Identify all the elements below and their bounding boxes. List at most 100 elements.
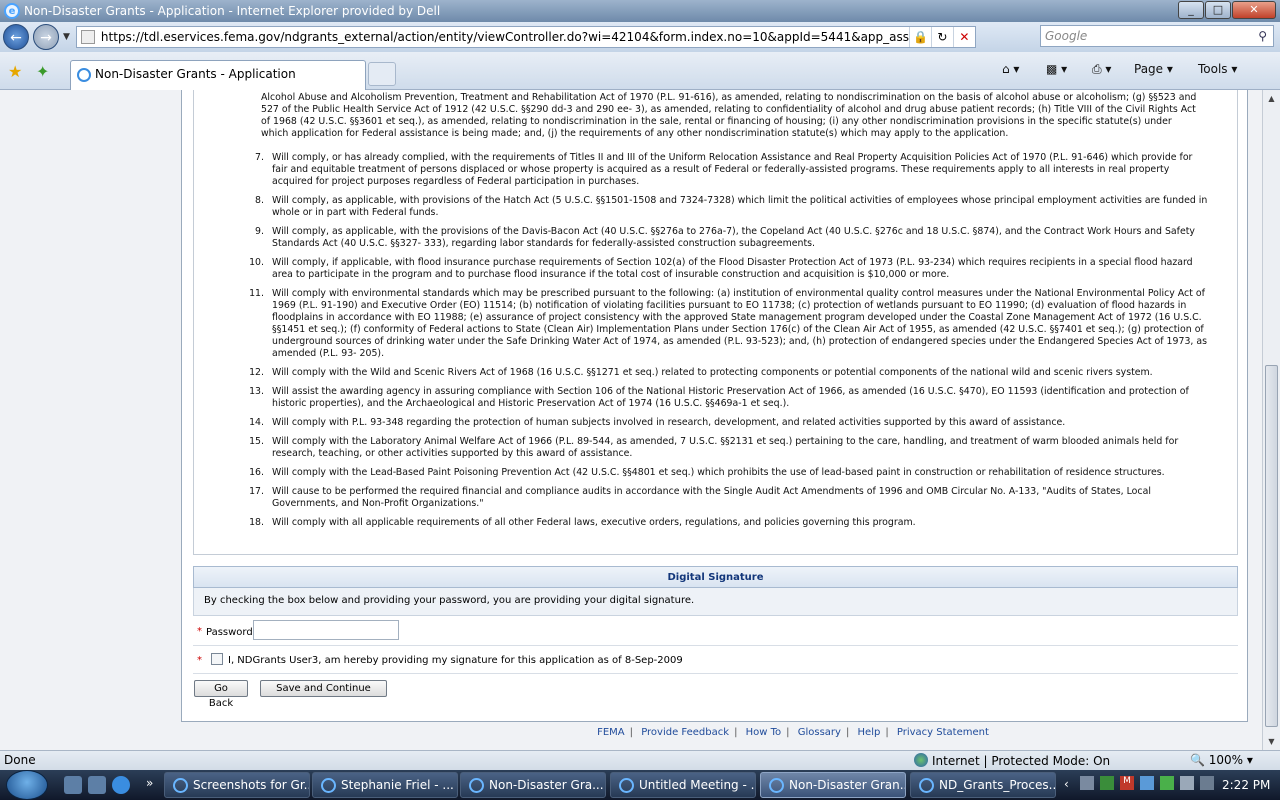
assurance-number: 7. [255, 152, 264, 163]
address-toolbar: ← → ▼ https://tdl.eservices.fema.gov/ndg… [0, 22, 1280, 52]
assurance-number: 13. [249, 386, 264, 397]
page-icon [80, 30, 95, 44]
window-title: Non-Disaster Grants - Application - Inte… [24, 4, 441, 18]
tray-antivirus-icon[interactable]: M [1120, 776, 1134, 790]
quicklaunch-overflow[interactable]: » [146, 776, 153, 790]
tray-power-icon[interactable] [1200, 776, 1214, 790]
stop-icon[interactable]: ✕ [952, 27, 975, 47]
taskbar-item[interactable]: ND_Grants_Proces... [910, 772, 1056, 798]
taskbar-item-label: ND_Grants_Proces... [939, 778, 1056, 792]
add-favorites-icon[interactable]: ✦ [36, 62, 49, 81]
search-icon[interactable]: ⚲ [1258, 26, 1267, 46]
assurance-text: Will comply with the Lead-Based Paint Po… [272, 467, 1165, 478]
assurance-number: 18. [249, 517, 264, 528]
main-panel: discrimination on the basis of age; (e) … [181, 90, 1248, 722]
password-field[interactable] [253, 620, 399, 640]
taskbar-item[interactable]: Non-Disaster Gra... [460, 772, 606, 798]
required-marker: * [197, 626, 202, 637]
signature-checkbox[interactable] [211, 653, 223, 665]
signature-checkbox-row: * I, NDGrants User3, am hereby providing… [193, 646, 1238, 674]
scroll-down-icon[interactable]: ▼ [1263, 733, 1280, 750]
tray-app-icon[interactable] [1080, 776, 1094, 790]
taskbar-item[interactable]: Untitled Meeting - ... [610, 772, 756, 798]
digital-signature-section: Digital Signature By checking the box be… [193, 566, 1238, 674]
go-back-button[interactable]: Go Back [194, 680, 248, 709]
assurance-number: 8. [255, 195, 264, 206]
footer-separator: | [845, 727, 850, 738]
footer-link-howto[interactable]: How To [746, 727, 782, 738]
new-tab-button[interactable] [368, 62, 396, 86]
assurance-item: 10. Will comply, if applicable, with floo… [234, 257, 1234, 281]
taskbar-item[interactable]: Screenshots for Gr... [164, 772, 310, 798]
taskbar-item-active[interactable]: Non-Disaster Gran... [760, 772, 906, 798]
app-icon [469, 778, 484, 793]
print-icon[interactable]: ⎙ ▾ [1092, 62, 1111, 77]
assurance-text: Will comply, or has already complied, wi… [272, 152, 1193, 187]
assurance-item: 11. Will comply with environmental standa… [234, 288, 1234, 360]
assurance-number: 16. [249, 467, 264, 478]
tools-menu[interactable]: Tools ▾ [1198, 62, 1237, 76]
assurance-item: 14. Will comply with P.L. 93-348 regardin… [234, 417, 1234, 429]
assurance-text: Will cause to be performed the required … [272, 486, 1151, 509]
taskbar-item-label: Untitled Meeting - ... [639, 778, 756, 792]
password-label: Password [206, 627, 253, 638]
password-row: * Password [193, 616, 1238, 646]
address-field[interactable]: https://tdl.eservices.fema.gov/ndgrants_… [75, 26, 976, 48]
footer-link-feedback[interactable]: Provide Feedback [641, 727, 729, 738]
minimize-button[interactable]: _ [1178, 1, 1204, 19]
close-button[interactable]: ✕ [1232, 1, 1276, 19]
scroll-thumb[interactable] [1265, 365, 1278, 727]
vertical-scrollbar[interactable]: ▲ ▼ [1262, 90, 1280, 750]
footer-link-privacy[interactable]: Privacy Statement [897, 727, 989, 738]
tab-current[interactable]: Non-Disaster Grants - Application [70, 60, 366, 90]
tray-expand-icon[interactable]: ‹ [1064, 777, 1069, 791]
app-icon [769, 778, 784, 793]
assurance-item: 15. Will comply with the Laboratory Anima… [234, 436, 1234, 460]
start-button[interactable] [6, 770, 48, 800]
footer-separator: | [629, 727, 633, 738]
lock-icon[interactable]: 🔒 [908, 27, 931, 47]
ie-icon: e [4, 3, 20, 19]
footer-link-help[interactable]: Help [858, 727, 881, 738]
switch-windows-icon[interactable] [88, 776, 106, 794]
taskbar-item-label: Screenshots for Gr... [193, 778, 310, 792]
tab-title: Non-Disaster Grants - Application [95, 67, 296, 81]
favorites-star-icon[interactable]: ★ [8, 62, 22, 81]
show-desktop-icon[interactable] [64, 776, 82, 794]
back-button[interactable]: ← [3, 24, 29, 50]
assurance-number: 17. [249, 486, 264, 497]
footer-link-glossary[interactable]: Glossary [798, 727, 841, 738]
url-text[interactable]: https://tdl.eservices.fema.gov/ndgrants_… [101, 30, 909, 44]
taskbar-item-label: Non-Disaster Gran... [789, 778, 906, 792]
scroll-up-icon[interactable]: ▲ [1263, 90, 1280, 107]
security-zone[interactable]: Internet | Protected Mode: On [914, 753, 1110, 768]
tray-network-icon[interactable] [1140, 776, 1154, 790]
assurance-text: Will comply, as applicable, with provisi… [272, 195, 1208, 218]
maximize-button[interactable]: □ [1205, 1, 1231, 19]
tray-sync-icon[interactable] [1160, 776, 1174, 790]
feeds-icon[interactable]: ▩ ▾ [1046, 62, 1067, 76]
assurance-text: Will comply with all applicable requirem… [272, 517, 916, 528]
ie-quicklaunch-icon[interactable] [112, 776, 130, 794]
zoom-level[interactable]: 🔍 100% ▾ [1190, 753, 1253, 767]
assurance-number: 11. [249, 288, 264, 299]
assurance-number: 15. [249, 436, 264, 447]
home-icon[interactable]: ⌂ ▾ [1002, 62, 1019, 76]
page-menu[interactable]: Page ▾ [1134, 62, 1173, 76]
assurance-item: 8. Will comply, as applicable, with provi… [234, 195, 1234, 219]
assurance-text: Will assist the awarding agency in assur… [272, 386, 1189, 409]
taskbar-item[interactable]: Stephanie Friel - ... [312, 772, 458, 798]
footer-separator: | [786, 727, 790, 738]
forward-button[interactable]: → [33, 24, 59, 50]
footer-link-fema[interactable]: FEMA [597, 727, 625, 738]
tray-app-icon[interactable] [1100, 776, 1114, 790]
assurances-box: discrimination on the basis of age; (e) … [193, 90, 1238, 555]
refresh-icon[interactable]: ↻ [930, 27, 953, 47]
recent-pages-dropdown[interactable]: ▼ [63, 32, 70, 42]
assurance-item: 17. Will cause to be performed the requir… [234, 486, 1234, 510]
clock[interactable]: 2:22 PM [1222, 778, 1270, 792]
signature-heading: Digital Signature [193, 566, 1238, 588]
search-input[interactable]: Google ⚲ [1040, 25, 1274, 47]
tray-volume-icon[interactable] [1180, 776, 1194, 790]
save-continue-button[interactable]: Save and Continue [260, 680, 387, 697]
